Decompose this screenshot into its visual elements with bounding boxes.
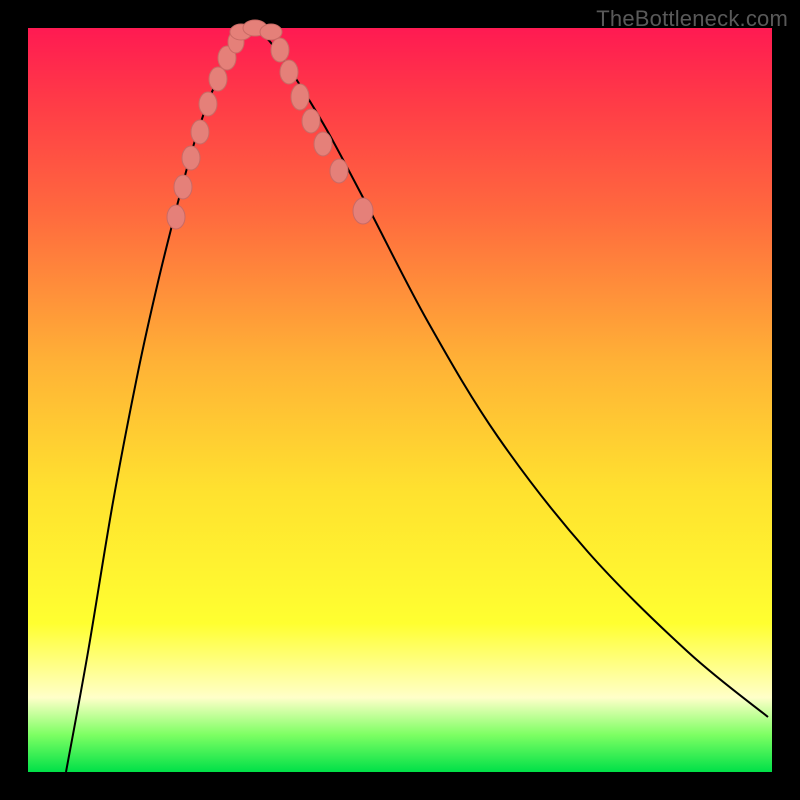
curve-marker <box>280 60 298 84</box>
curve-marker <box>302 109 320 133</box>
chart-frame <box>28 28 772 772</box>
curve-marker <box>314 132 332 156</box>
curve-marker <box>182 146 200 170</box>
curve-marker <box>291 84 309 110</box>
curve-marker <box>191 120 209 144</box>
curve-markers <box>167 20 373 229</box>
curve-marker <box>174 175 192 199</box>
bottleneck-curve <box>66 28 768 772</box>
curve-marker <box>167 205 185 229</box>
curve-marker <box>353 198 373 224</box>
curve-svg <box>28 28 772 772</box>
curve-marker <box>330 159 348 183</box>
curve-marker <box>260 24 282 40</box>
watermark-text: TheBottleneck.com <box>596 6 788 32</box>
curve-marker <box>199 92 217 116</box>
curve-marker <box>271 38 289 62</box>
curve-marker <box>209 67 227 91</box>
